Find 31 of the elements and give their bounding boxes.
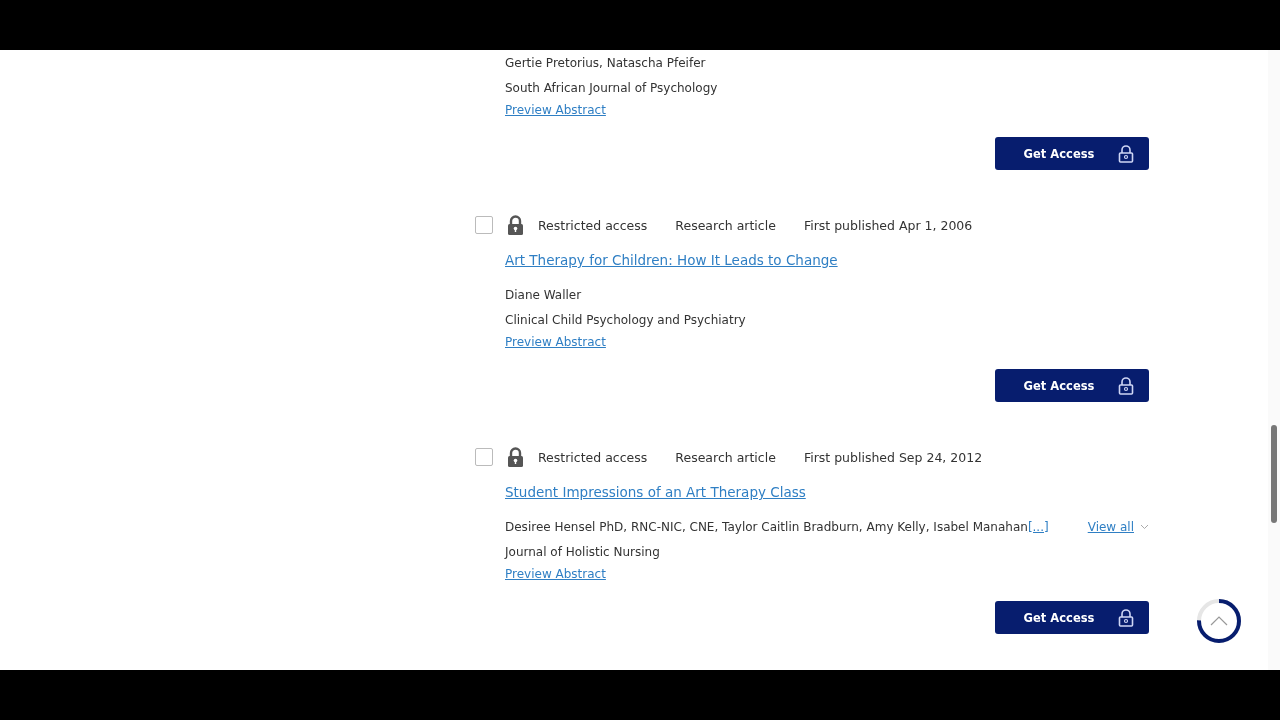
chevron-down-icon (1140, 523, 1149, 530)
author-list: Gertie Pretorius, Natascha Pfeifer (505, 55, 706, 70)
article-title-link[interactable]: Art Therapy for Children: How It Leads to Change (505, 252, 1149, 268)
select-checkbox[interactable] (475, 216, 493, 234)
journal-name: Clinical Child Psychology and Psychiatry (505, 312, 746, 327)
journal-name: South African Journal of Psychology (505, 80, 718, 95)
padlock-icon (1118, 376, 1135, 395)
get-access-button[interactable]: Get Access (995, 137, 1149, 170)
author-list: Diane Waller (505, 287, 582, 302)
article-title-link[interactable]: Student Impressions of an Art Therapy Class (505, 484, 1149, 500)
get-access-button[interactable]: Get Access (995, 601, 1149, 634)
padlock-icon (507, 215, 524, 235)
preview-abstract-link[interactable]: Preview Abstract (505, 335, 606, 349)
padlock-icon (1118, 144, 1135, 163)
publish-date: First published Apr 1, 2006 (803, 217, 973, 233)
access-label: Restricted access (538, 449, 648, 465)
more-authors-link[interactable]: [...] (1027, 519, 1049, 534)
preview-abstract-link[interactable]: Preview Abstract (505, 567, 606, 581)
view-all-link[interactable]: View all (1087, 519, 1149, 534)
publish-date: First published Sep 24, 2012 (803, 449, 983, 465)
access-label: Restricted access (538, 217, 648, 233)
author-list: Desiree Hensel PhD, RNC-NIC, CNE, Taylor Caitlin Bradburn, Amy Kelly, Isabel Manahan (505, 519, 1028, 534)
select-checkbox[interactable] (475, 448, 493, 466)
article-type: Research article (675, 449, 776, 465)
get-access-button[interactable]: Get Access (995, 369, 1149, 402)
journal-name: Journal of Holistic Nursing (505, 544, 660, 559)
padlock-icon (507, 447, 524, 467)
padlock-icon (1118, 608, 1135, 627)
article-type: Research article (675, 217, 776, 233)
preview-abstract-link[interactable]: Preview Abstract (505, 103, 606, 117)
scrollbar[interactable] (1268, 50, 1280, 670)
